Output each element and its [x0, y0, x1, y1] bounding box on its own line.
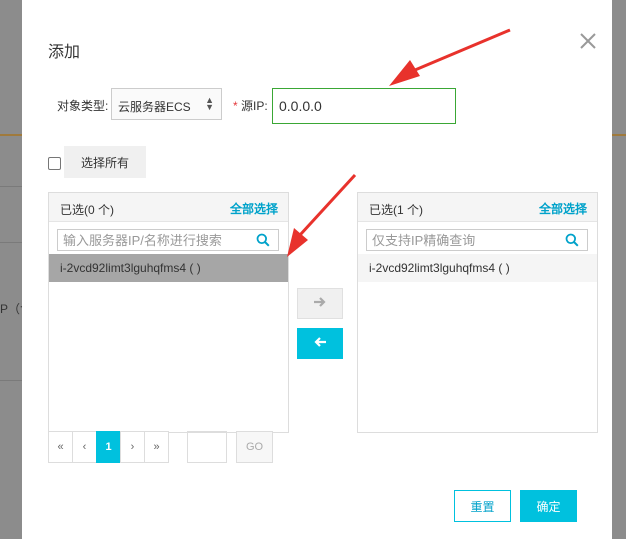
select-all-button[interactable]: 选择所有 [64, 146, 146, 178]
page-1-button[interactable]: 1 [96, 431, 121, 463]
list-item[interactable]: i-2vcd92limt3lguhqfms4 ( ) [49, 254, 288, 282]
first-page-button[interactable]: « [48, 431, 73, 463]
background-page-left [0, 0, 22, 539]
object-type-select[interactable]: 云服务器ECS ▲ ▼ [111, 88, 222, 120]
add-dialog: 添加 对象类型: 云服务器ECS ▲▼ * 源IP: 选择所有 已选(0 个) … [22, 0, 612, 539]
background-page-right [612, 0, 626, 539]
page-number-input[interactable] [187, 431, 227, 463]
selected-count: 已选(1 个) [369, 203, 424, 217]
sort-caret-icon: ▲ ▼ [205, 95, 214, 112]
move-right-button[interactable] [297, 288, 343, 319]
background-divider [0, 186, 22, 187]
arrow-left-icon [314, 337, 326, 347]
server-search-input[interactable] [63, 231, 253, 249]
pagination: « ‹ 1 › » [48, 431, 169, 463]
search-icon[interactable] [256, 233, 270, 247]
background-divider [0, 242, 22, 243]
select-all-checkbox[interactable] [48, 157, 61, 170]
close-icon[interactable] [577, 32, 599, 54]
panel-header: 已选(1 个) 全部选择 [358, 193, 597, 222]
available-servers-panel: 已选(0 个) 全部选择 i-2vcd92limt3lguhqfms4 ( ) [48, 192, 289, 433]
ip-search-input[interactable] [372, 231, 562, 249]
background-accent-line [0, 134, 22, 136]
last-page-button[interactable]: » [144, 431, 169, 463]
background-divider [0, 380, 22, 381]
next-page-button[interactable]: › [120, 431, 145, 463]
search-icon[interactable] [565, 233, 579, 247]
selected-servers-panel: 已选(1 个) 全部选择 i-2vcd92limt3lguhqfms4 ( ) [357, 192, 598, 433]
source-ip-label-text: 源IP: [241, 99, 268, 113]
reset-button[interactable]: 重置 [454, 490, 511, 522]
list-item[interactable]: i-2vcd92limt3lguhqfms4 ( ) [358, 254, 597, 282]
ip-search-box [366, 229, 588, 251]
go-button[interactable]: GO [236, 431, 273, 463]
object-type-value: 云服务器ECS [118, 100, 191, 114]
server-search-box [57, 229, 279, 251]
dialog-title: 添加 [48, 44, 81, 61]
selected-count: 已选(0 个) [60, 203, 115, 217]
close-icon[interactable] [579, 32, 597, 50]
panel-header: 已选(0 个) 全部选择 [49, 193, 288, 222]
background-accent-line [612, 134, 626, 136]
select-all-link[interactable]: 全部选择 [230, 200, 278, 217]
move-left-button[interactable] [297, 328, 343, 359]
confirm-button[interactable]: 确定 [520, 490, 577, 522]
prev-page-button[interactable]: ‹ [72, 431, 97, 463]
arrow-right-icon [314, 297, 326, 307]
source-ip-input[interactable] [272, 88, 456, 124]
select-all-link[interactable]: 全部选择 [539, 200, 587, 217]
object-type-label: 对象类型: [57, 99, 109, 113]
required-mark: * [233, 99, 238, 113]
source-ip-label: * 源IP: [233, 97, 268, 114]
